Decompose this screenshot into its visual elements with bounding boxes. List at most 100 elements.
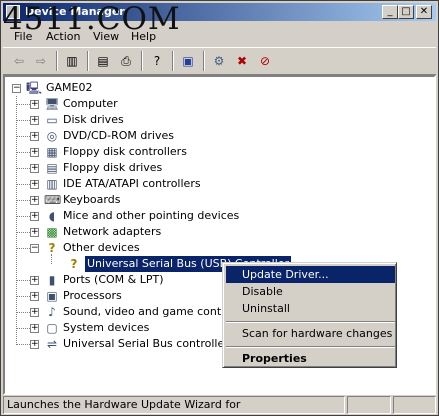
- mouse-icon: ◖: [48, 209, 56, 223]
- floppy-drive-icon: ▤: [46, 161, 58, 175]
- expand-toggle[interactable]: +: [30, 100, 39, 109]
- menu-action[interactable]: Action: [46, 30, 80, 43]
- tree-connector: [17, 216, 30, 217]
- expand-toggle[interactable]: +: [30, 340, 39, 349]
- tree-connector: [17, 280, 30, 281]
- disable-icon[interactable]: ⊘: [255, 52, 275, 70]
- uninstall-icon[interactable]: ✖: [232, 52, 252, 70]
- menu-help[interactable]: Help: [131, 30, 156, 43]
- computer-root-icon: 🖳: [26, 81, 43, 95]
- tree-connector: [17, 344, 30, 345]
- forward-arrow-icon[interactable]: ⇨: [31, 52, 51, 70]
- device-category-label[interactable]: Network adapters: [63, 224, 161, 240]
- close-icon: ✕: [419, 6, 429, 17]
- toolbar-separator: [172, 51, 174, 71]
- menu-bar: File Action View Help: [3, 28, 436, 45]
- expand-toggle[interactable]: +: [30, 228, 39, 237]
- device-category-label[interactable]: Universal Serial Bus controllers: [63, 336, 234, 352]
- minimize-icon: _: [387, 6, 393, 17]
- tree-connector: [17, 152, 30, 153]
- tree-connector: [17, 168, 30, 169]
- context-uninstall[interactable]: Uninstall: [226, 300, 395, 317]
- expand-toggle[interactable]: +: [30, 196, 39, 205]
- device-category-label[interactable]: Other devices: [63, 240, 140, 256]
- tree-connector: [17, 104, 30, 105]
- toolbar: ⇦ ⇨ ▥ ▤ ⎙ ? ▣ ⚙ ✖ ⊘: [3, 47, 436, 75]
- expand-toggle[interactable]: +: [30, 308, 39, 317]
- toolbar-separator: [87, 51, 89, 71]
- status-panel: [393, 396, 436, 414]
- other-devices-icon: ?: [48, 241, 56, 255]
- tree-connector: [17, 136, 30, 137]
- context-properties[interactable]: Properties: [226, 350, 395, 367]
- minimize-button[interactable]: _: [382, 5, 398, 19]
- maximize-button[interactable]: □: [398, 5, 414, 19]
- tree-connector: [17, 200, 30, 201]
- cdrom-icon: ◎: [46, 129, 58, 143]
- expand-toggle[interactable]: +: [30, 148, 39, 157]
- floppy-controller-icon: ▦: [46, 145, 58, 159]
- expand-toggle[interactable]: +: [30, 324, 39, 333]
- close-button[interactable]: ✕: [416, 5, 432, 19]
- tree-connector: [17, 296, 30, 297]
- device-category-label[interactable]: Mice and other pointing devices: [63, 208, 239, 224]
- device-category-label[interactable]: Floppy disk controllers: [63, 144, 187, 160]
- tree-connector: [17, 120, 30, 121]
- tree-connector: [17, 232, 30, 233]
- context-disable[interactable]: Disable: [226, 283, 395, 300]
- device-category-label[interactable]: DVD/CD-ROM drives: [63, 128, 174, 144]
- ide-controller-icon: ▥: [46, 177, 58, 191]
- status-panel: [347, 396, 391, 414]
- help-icon[interactable]: ?: [147, 52, 167, 70]
- expand-toggle[interactable]: +: [30, 276, 39, 285]
- usb-icon: ⇌: [46, 337, 58, 351]
- device-category-label[interactable]: IDE ATA/ATAPI controllers: [63, 176, 201, 192]
- device-category-label[interactable]: Ports (COM & LPT): [63, 272, 164, 288]
- network-adapter-icon: ▩: [46, 225, 58, 239]
- scan-hardware-icon[interactable]: ⚙: [209, 52, 229, 70]
- context-update-driver[interactable]: Update Driver...: [226, 266, 395, 283]
- context-scan-hardware[interactable]: Scan for hardware changes: [226, 325, 395, 342]
- device-manager-window: Device Manager _ □ ✕ 4511.COM File Actio…: [0, 0, 439, 416]
- device-category-label[interactable]: Floppy disk drives: [63, 160, 162, 176]
- menu-file[interactable]: File: [14, 30, 32, 43]
- toolbar-separator: [203, 51, 205, 71]
- tree-connector: [51, 254, 52, 264]
- context-separator: [226, 321, 395, 323]
- expand-toggle[interactable]: +: [30, 212, 39, 221]
- tree-connector: [17, 184, 30, 185]
- keyboard-icon: ⌨: [44, 193, 62, 207]
- expand-toggle[interactable]: +: [30, 180, 39, 189]
- show-hide-console-tree-icon[interactable]: ▥: [62, 52, 82, 70]
- display-devices-icon[interactable]: ▣: [178, 52, 198, 70]
- expand-toggle[interactable]: +: [30, 164, 39, 173]
- tree-root-label[interactable]: GAME02: [46, 80, 93, 96]
- menu-view[interactable]: View: [93, 30, 119, 43]
- print-icon[interactable]: ⎙: [116, 52, 136, 70]
- device-category-label[interactable]: Keyboards: [63, 192, 120, 208]
- expand-toggle[interactable]: +: [30, 116, 39, 125]
- status-bar: Launches the Hardware Update Wizard for: [3, 396, 436, 414]
- tree-connector: [17, 328, 30, 329]
- expand-toggle[interactable]: +: [30, 292, 39, 301]
- device-category-label[interactable]: Disk drives: [63, 112, 124, 128]
- context-menu: Update Driver... Disable Uninstall Scan …: [222, 262, 397, 368]
- expand-toggle[interactable]: −: [30, 244, 39, 253]
- context-separator: [226, 346, 395, 348]
- unknown-device-icon: ?: [70, 257, 78, 271]
- device-category-label[interactable]: Computer: [63, 96, 118, 112]
- expand-toggle[interactable]: +: [30, 132, 39, 141]
- system-devices-icon: ▢: [46, 321, 58, 335]
- properties-icon[interactable]: ▤: [93, 52, 113, 70]
- device-category-label[interactable]: System devices: [63, 320, 149, 336]
- tree-connector: [17, 312, 30, 313]
- tree-connector: [16, 96, 17, 345]
- toolbar-separator: [141, 51, 143, 71]
- sound-icon: ♪: [48, 305, 56, 319]
- port-icon: ▮: [48, 273, 56, 287]
- collapse-root-toggle[interactable]: −: [12, 84, 21, 93]
- device-category-label[interactable]: Processors: [63, 288, 122, 304]
- back-arrow-icon[interactable]: ⇦: [9, 52, 29, 70]
- toolbar-separator: [56, 51, 58, 71]
- tree-connector: [17, 248, 30, 249]
